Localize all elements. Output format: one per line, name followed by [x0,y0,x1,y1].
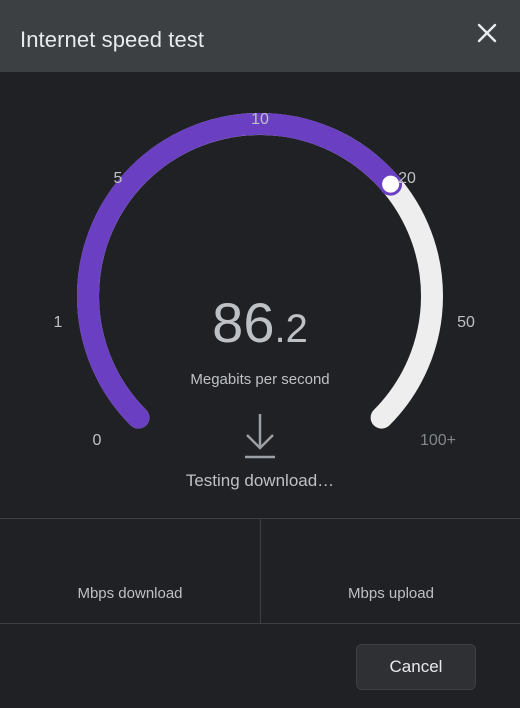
tick-label-50: 50 [457,314,475,331]
speed-value-integer: 86 [212,291,275,354]
upload-result-label: Mbps upload [348,585,434,602]
download-result: Mbps download [0,519,260,623]
tick-label-1: 1 [53,314,63,331]
speed-readout: 86.2 [212,290,308,355]
upload-result: Mbps upload [260,519,520,623]
speed-unit: Megabits per second [190,371,330,388]
tick-label-5: 5 [113,170,123,187]
tick-label-20: 20 [398,170,416,187]
dialog-header: Internet speed test [0,0,520,72]
test-status: Testing download… [185,471,335,490]
download-arrow-icon [243,412,277,465]
close-icon[interactable] [474,20,500,46]
dialog-title: Internet speed test [20,27,205,52]
cancel-button[interactable]: Cancel [356,644,476,690]
speed-value-decimal: .2 [274,307,308,351]
tick-label-0: 0 [92,432,102,449]
results-panel: Mbps download Mbps upload [0,518,520,624]
tick-label-10: 10 [251,111,269,128]
tick-label-100-plus: 100+ [419,432,457,449]
speed-test-dialog: Internet speed test 0 1 5 10 20 50 100+ … [0,0,520,708]
download-result-label: Mbps download [77,585,183,602]
